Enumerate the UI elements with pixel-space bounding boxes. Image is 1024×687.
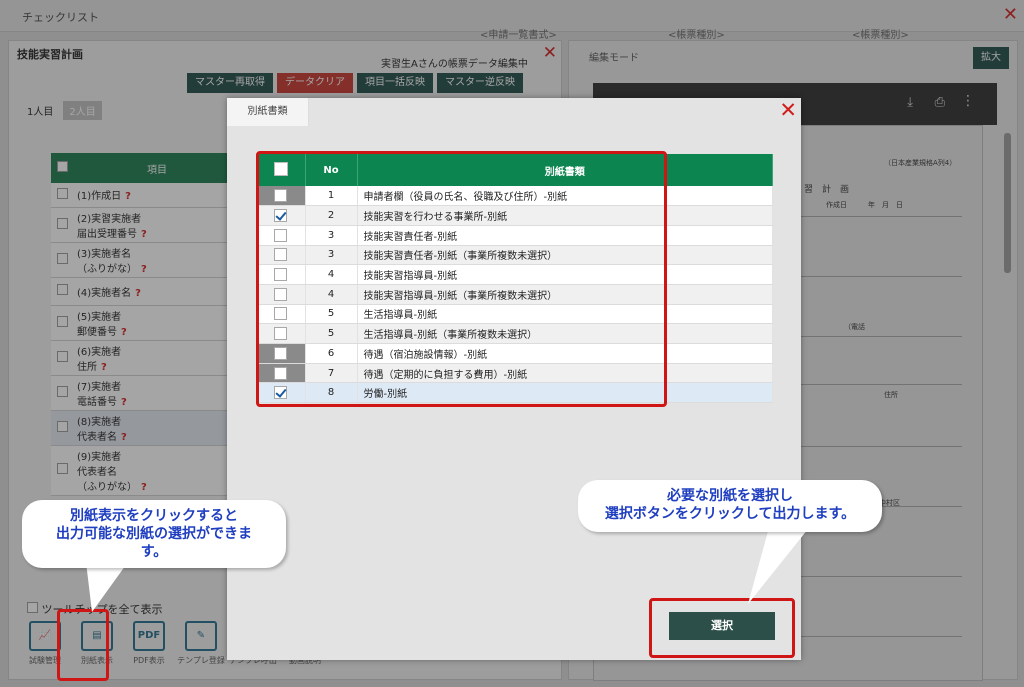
right-callout-line-2: 選択ボタンをクリックして出力します。 xyxy=(604,506,856,522)
callout-tails xyxy=(86,524,812,612)
right-callout: 必要な別紙を選択し 選択ボタンをクリックして出力します。 xyxy=(578,480,882,532)
left-callout-tail xyxy=(86,562,128,612)
left-callout-line-2: 出力可能な別紙の選択ができま xyxy=(56,526,252,542)
left-callout-line-1: 別紙表示をクリックすると xyxy=(70,508,238,524)
right-callout-line-1: 必要な別紙を選択し xyxy=(667,488,793,504)
left-callout-line-3: す。 xyxy=(140,544,168,560)
left-callout: 別紙表示をクリックすると 出力可能な別紙の選択ができま す。 xyxy=(22,500,286,568)
right-callout-tail xyxy=(748,524,812,604)
